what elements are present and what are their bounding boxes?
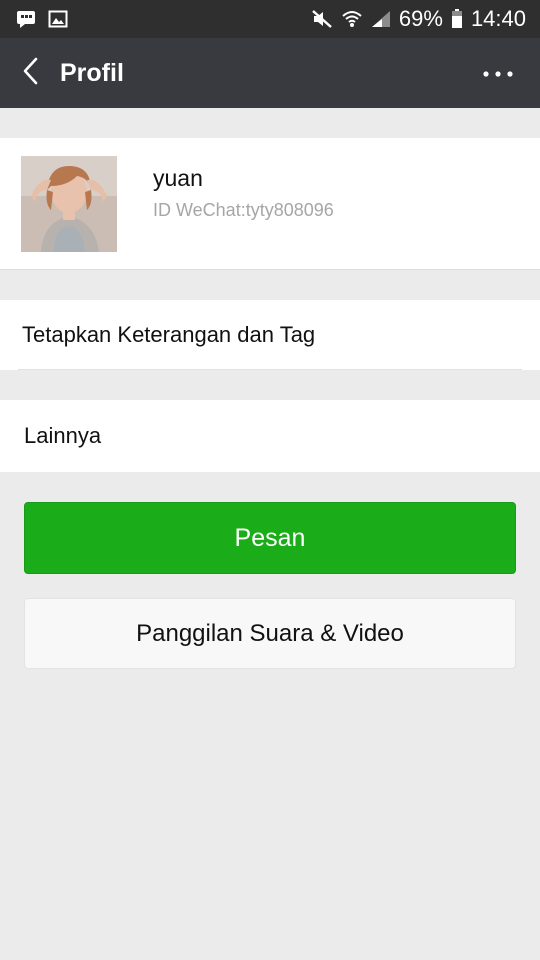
more-info-label: Lainnya [24,423,102,448]
more-options-button[interactable] [478,58,518,88]
gallery-icon [48,10,68,28]
status-bar: 69% 14:40 [0,0,540,38]
back-button[interactable] [2,38,58,108]
voice-video-call-label: Panggilan Suara & Video [136,619,404,647]
bbm-icon [16,10,36,28]
battery-icon [451,9,463,29]
more-dots-icon [483,64,513,82]
send-message-button[interactable]: Pesan [24,502,516,574]
clock: 14:40 [470,6,526,31]
wechat-id: ID WeChat:tyty808096 [153,200,334,220]
mute-icon [311,9,333,29]
set-remark-and-tag-label: Tetapkan Keterangan dan Tag [22,322,316,347]
voice-video-call-button[interactable]: Panggilan Suara & Video [24,598,516,669]
battery-percent: 69% [398,6,443,31]
status-bar-right: 69% 14:40 [311,6,526,32]
status-bar-left [16,10,68,28]
signal-icon [371,10,391,28]
profile-card: yuan ID WeChat:tyty808096 [0,138,540,270]
avatar[interactable] [21,156,117,252]
profile-name: yuan [153,165,203,191]
more-info-row[interactable]: Lainnya [0,400,540,472]
chevron-left-icon [22,57,38,90]
set-remark-and-tag-row[interactable]: Tetapkan Keterangan dan Tag [0,300,540,370]
page-title: Profil [60,58,124,87]
title-bar: Profil [0,38,540,108]
send-message-label: Pesan [234,523,306,552]
wifi-icon [341,9,363,29]
